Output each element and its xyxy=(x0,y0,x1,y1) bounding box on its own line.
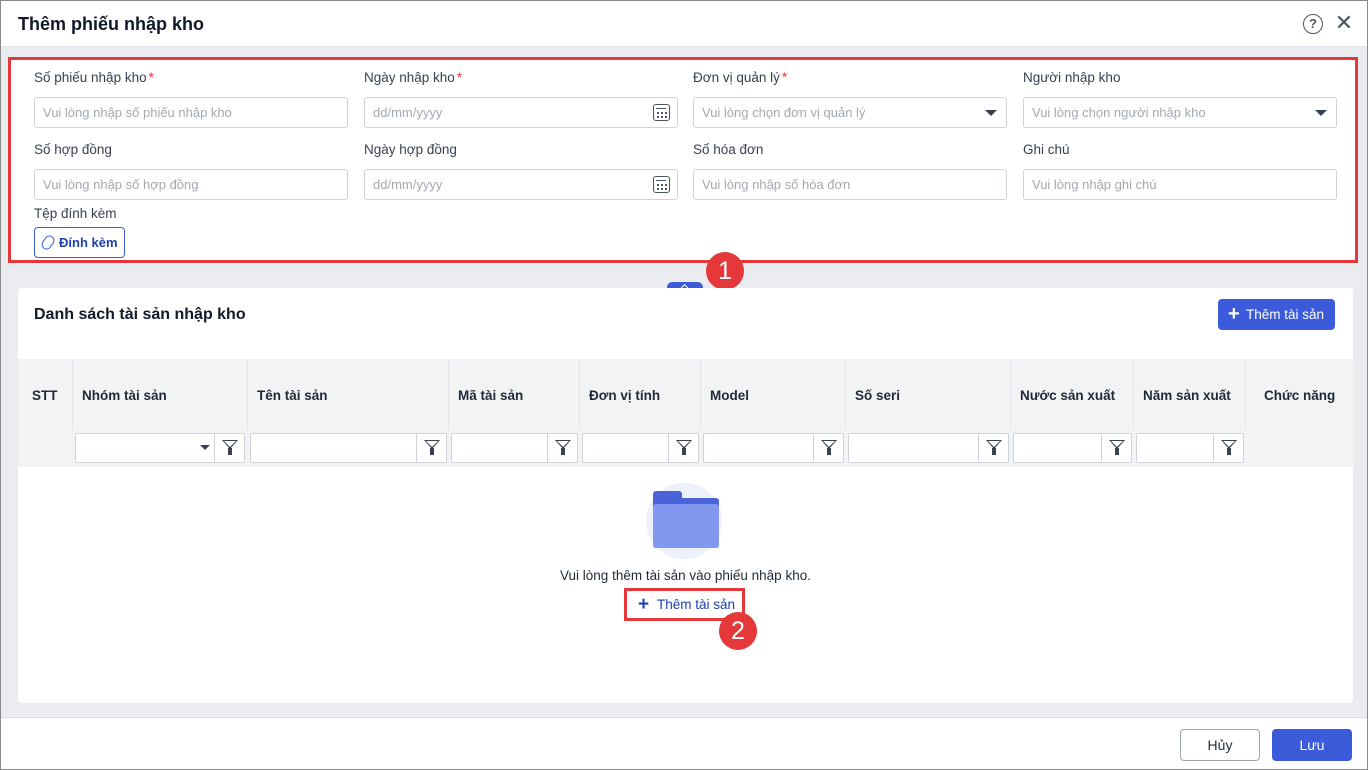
paperclip-icon xyxy=(39,233,57,252)
filter-country[interactable] xyxy=(1013,433,1132,463)
chevron-down-icon[interactable] xyxy=(200,445,210,450)
filter-icon[interactable] xyxy=(547,434,577,462)
close-icon[interactable]: ✕ xyxy=(1334,11,1354,35)
column-header[interactable]: STT xyxy=(18,359,73,429)
column-header[interactable]: Mã tài sản xyxy=(449,359,580,429)
required-mark: * xyxy=(781,70,788,85)
note-field: Ghi chú xyxy=(1023,142,1337,200)
dialog-header: Thêm phiếu nhập kho ? ✕ xyxy=(1,1,1367,47)
column-header[interactable]: Năm sản xuất xyxy=(1134,359,1246,429)
plus-icon: + xyxy=(638,594,650,615)
filter-asset-group[interactable] xyxy=(75,433,245,463)
add-receipt-dialog: Thêm phiếu nhập kho ? ✕ Số phiếu nhập kh… xyxy=(0,0,1368,770)
managing-unit-label: Đơn vị quản lý xyxy=(693,70,780,85)
contract-no-input[interactable] xyxy=(34,169,348,200)
contract-no-label: Số hợp đồng xyxy=(34,142,112,157)
filter-unit[interactable] xyxy=(582,433,699,463)
filter-icon[interactable] xyxy=(1101,434,1131,462)
invoice-no-input[interactable] xyxy=(693,169,1007,200)
contract-date-label: Ngày hợp đồng xyxy=(364,142,457,157)
dialog-footer: Hủy Lưu xyxy=(1,717,1367,769)
column-header: Chức năng xyxy=(1264,388,1336,403)
note-label: Ghi chú xyxy=(1023,142,1070,157)
required-mark: * xyxy=(456,70,463,85)
filter-cell-empty xyxy=(18,429,73,467)
contract-date-field: Ngày hợp đồng xyxy=(364,142,678,200)
calendar-icon[interactable] xyxy=(653,104,670,121)
filter-asset-code[interactable] xyxy=(451,433,578,463)
receiver-field: Người nhập kho xyxy=(1023,70,1337,128)
filter-icon[interactable] xyxy=(1213,434,1243,462)
filter-model[interactable] xyxy=(703,433,844,463)
managing-unit-select[interactable] xyxy=(693,97,1007,128)
chevron-down-icon[interactable] xyxy=(1315,110,1327,116)
filter-serial[interactable] xyxy=(848,433,1009,463)
receiver-select[interactable] xyxy=(1023,97,1337,128)
column-header[interactable]: Nước sản xuất xyxy=(1011,359,1134,429)
add-asset-button[interactable]: + Thêm tài sản xyxy=(1218,299,1335,330)
column-header[interactable]: Số seri xyxy=(846,359,1011,429)
filter-asset-name[interactable] xyxy=(250,433,447,463)
note-input[interactable] xyxy=(1023,169,1337,200)
attachment-field: Tệp đính kèm xyxy=(34,206,348,224)
receipt-no-input[interactable] xyxy=(34,97,348,128)
filter-icon[interactable] xyxy=(813,434,843,462)
attachment-label: Tệp đính kèm xyxy=(34,206,117,221)
contract-no-field: Số hợp đồng xyxy=(34,142,348,200)
calendar-icon[interactable] xyxy=(653,176,670,193)
column-header[interactable]: Tên tài sản xyxy=(248,359,449,429)
contract-date-input[interactable] xyxy=(364,169,678,200)
receipt-form: Số phiếu nhập kho* Ngày nhập kho* Đơn vị… xyxy=(8,57,1358,263)
assets-grid-header: STT Nhóm tài sản Tên tài sản Mã tài sản … xyxy=(18,359,1353,429)
receiver-label: Người nhập kho xyxy=(1023,70,1121,85)
filter-icon[interactable] xyxy=(668,434,698,462)
filter-icon[interactable] xyxy=(214,434,244,462)
assets-list-card: Danh sách tài sản nhập kho + Thêm tài sả… xyxy=(18,288,1353,703)
receipt-date-field: Ngày nhập kho * xyxy=(364,70,678,128)
annotation-badge-2: 2 xyxy=(719,612,757,650)
invoice-no-field: Số hóa đơn xyxy=(693,142,1007,200)
save-button[interactable]: Lưu xyxy=(1272,729,1352,761)
empty-state-message: Vui lòng thêm tài sản vào phiếu nhập kho… xyxy=(560,568,811,583)
help-icon[interactable]: ? xyxy=(1303,14,1323,34)
cancel-button[interactable]: Hủy xyxy=(1180,729,1260,761)
receipt-no-label: Số phiếu nhập kho xyxy=(34,70,147,85)
filter-icon[interactable] xyxy=(416,434,446,462)
dialog-title: Thêm phiếu nhập kho xyxy=(18,14,205,34)
attach-button[interactable]: Đính kèm xyxy=(34,227,125,258)
filter-year[interactable] xyxy=(1136,433,1244,463)
add-asset-button-label: Thêm tài sản xyxy=(1246,307,1325,322)
add-asset-link-label: Thêm tài sản xyxy=(657,597,736,612)
chevron-down-icon[interactable] xyxy=(985,110,997,116)
folder-icon-front xyxy=(653,504,719,548)
managing-unit-field: Đơn vị quản lý * xyxy=(693,70,1007,128)
required-mark: * xyxy=(148,70,154,85)
receipt-date-label: Ngày nhập kho xyxy=(364,70,455,85)
invoice-no-label: Số hóa đơn xyxy=(693,142,764,157)
receipt-date-input[interactable] xyxy=(364,97,678,128)
column-header[interactable]: Model xyxy=(701,359,846,429)
column-header[interactable]: Nhóm tài sản xyxy=(73,359,248,429)
annotation-badge-1: 1 xyxy=(706,252,744,290)
column-header[interactable]: Đơn vị tính xyxy=(580,359,701,429)
assets-list-title: Danh sách tài sản nhập kho xyxy=(34,306,246,323)
filter-icon[interactable] xyxy=(978,434,1008,462)
attach-button-label: Đính kèm xyxy=(59,235,118,250)
plus-icon: + xyxy=(1228,303,1240,325)
receipt-no-field: Số phiếu nhập kho * xyxy=(34,70,348,128)
